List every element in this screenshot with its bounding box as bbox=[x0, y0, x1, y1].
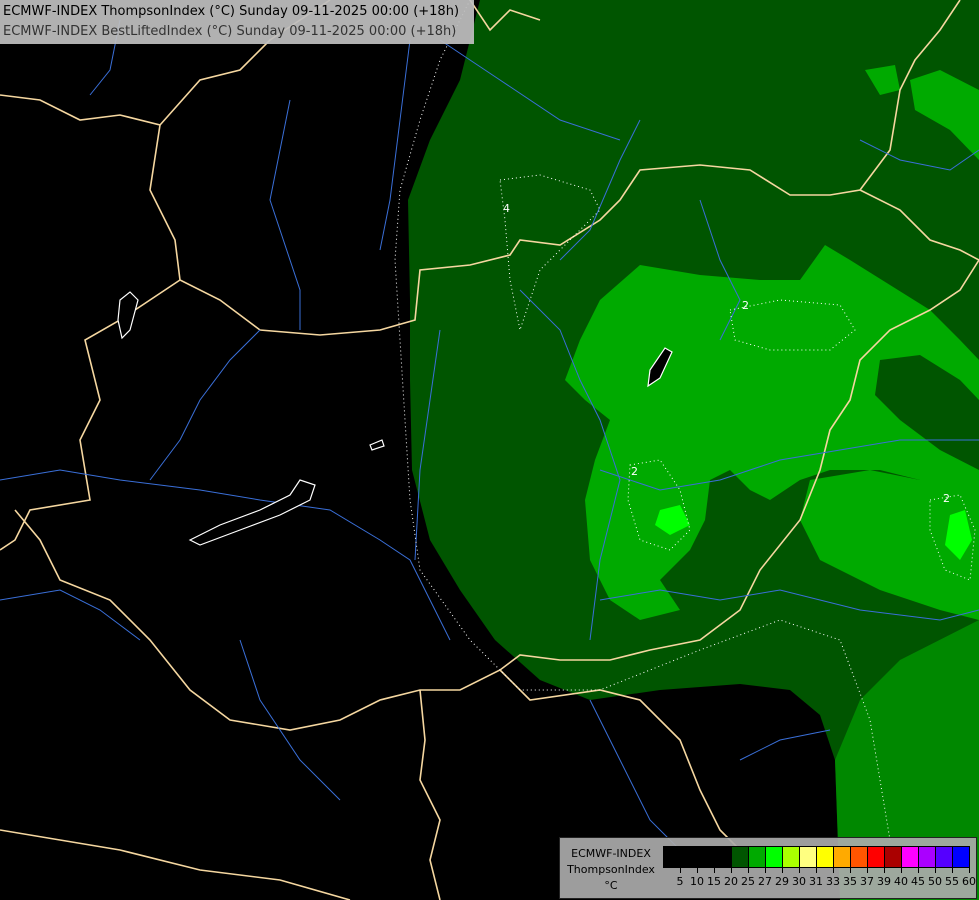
legend-tick bbox=[850, 867, 851, 873]
legend-tick-label: 25 bbox=[741, 875, 755, 888]
legend-tick bbox=[918, 867, 919, 873]
legend-tick-label: 39 bbox=[877, 875, 891, 888]
legend-tick-label: 40 bbox=[894, 875, 908, 888]
legend-tick bbox=[884, 867, 885, 873]
legend-tick bbox=[748, 867, 749, 873]
legend-tick-label: 29 bbox=[775, 875, 789, 888]
legend-tick-label: 37 bbox=[860, 875, 874, 888]
legend-color-box bbox=[749, 847, 766, 867]
legend-color-box bbox=[783, 847, 800, 867]
legend-tick bbox=[782, 867, 783, 873]
legend-color-box bbox=[902, 847, 919, 867]
legend-color-box bbox=[817, 847, 834, 867]
legend-tick-label: 27 bbox=[758, 875, 772, 888]
title-line-bestlifted: ECMWF-INDEX BestLiftedIndex (°C) Sunday … bbox=[3, 24, 457, 39]
legend-tick-label: 10 bbox=[690, 875, 704, 888]
legend-tick bbox=[816, 867, 817, 873]
legend-tick-label: 20 bbox=[724, 875, 738, 888]
legend-color-box bbox=[766, 847, 783, 867]
legend-color-box bbox=[732, 847, 749, 867]
legend-color-box bbox=[834, 847, 851, 867]
legend-tick-label: 45 bbox=[911, 875, 925, 888]
contour-label: 4 bbox=[503, 202, 510, 215]
legend-color-box bbox=[919, 847, 936, 867]
legend-unit: °C bbox=[604, 879, 618, 892]
legend-tick-label: 60 bbox=[962, 875, 976, 888]
contour-label: 2 bbox=[631, 465, 638, 478]
legend-ticks: 5 10 15 20 25 27 29 30 31 33 35 37 39 40 45 50 55 60 bbox=[663, 867, 976, 897]
legend-tick-label: 31 bbox=[809, 875, 823, 888]
legend-tick bbox=[731, 867, 732, 873]
map-title: ECMWF-INDEX ThompsonIndex (°C) Sunday 09… bbox=[0, 0, 474, 44]
legend-parameter: ThompsonIndex bbox=[567, 863, 655, 876]
legend-tick-label: 30 bbox=[792, 875, 806, 888]
legend-color-box bbox=[885, 847, 902, 867]
legend-color-box bbox=[800, 847, 817, 867]
legend-tick bbox=[867, 867, 868, 873]
legend-tick bbox=[901, 867, 902, 873]
legend-tick-label: 33 bbox=[826, 875, 840, 888]
legend-model: ECMWF-INDEX bbox=[571, 847, 651, 860]
legend-tick bbox=[935, 867, 936, 873]
legend-color-bar bbox=[663, 846, 970, 868]
legend-color-box bbox=[868, 847, 885, 867]
legend-tick bbox=[799, 867, 800, 873]
legend-color-box bbox=[715, 847, 732, 867]
weather-map: 4 2 2 2 bbox=[0, 0, 979, 900]
legend-tick bbox=[952, 867, 953, 873]
legend-tick bbox=[697, 867, 698, 873]
legend-tick-label: 35 bbox=[843, 875, 857, 888]
legend-tick bbox=[765, 867, 766, 873]
legend-tick-label: 5 bbox=[676, 875, 684, 888]
legend-tick bbox=[680, 867, 681, 873]
legend-tick bbox=[714, 867, 715, 873]
legend-tick bbox=[833, 867, 834, 873]
legend-tick-label: 55 bbox=[945, 875, 959, 888]
contour-label: 2 bbox=[742, 299, 749, 312]
legend-tick bbox=[969, 867, 970, 873]
legend-tick-label: 15 bbox=[707, 875, 721, 888]
legend-color-box bbox=[851, 847, 868, 867]
legend-color-box bbox=[953, 847, 969, 867]
legend-color-box bbox=[681, 847, 698, 867]
legend-tick-label: 50 bbox=[928, 875, 942, 888]
legend-color-box bbox=[936, 847, 953, 867]
legend-color-box bbox=[664, 847, 681, 867]
title-line-thompson: ECMWF-INDEX ThompsonIndex (°C) Sunday 09… bbox=[3, 4, 460, 19]
color-legend: ECMWF-INDEX ThompsonIndex °C 5 10 15 20 25 27… bbox=[559, 837, 977, 899]
contour-label: 2 bbox=[943, 492, 950, 505]
legend-color-box bbox=[698, 847, 715, 867]
